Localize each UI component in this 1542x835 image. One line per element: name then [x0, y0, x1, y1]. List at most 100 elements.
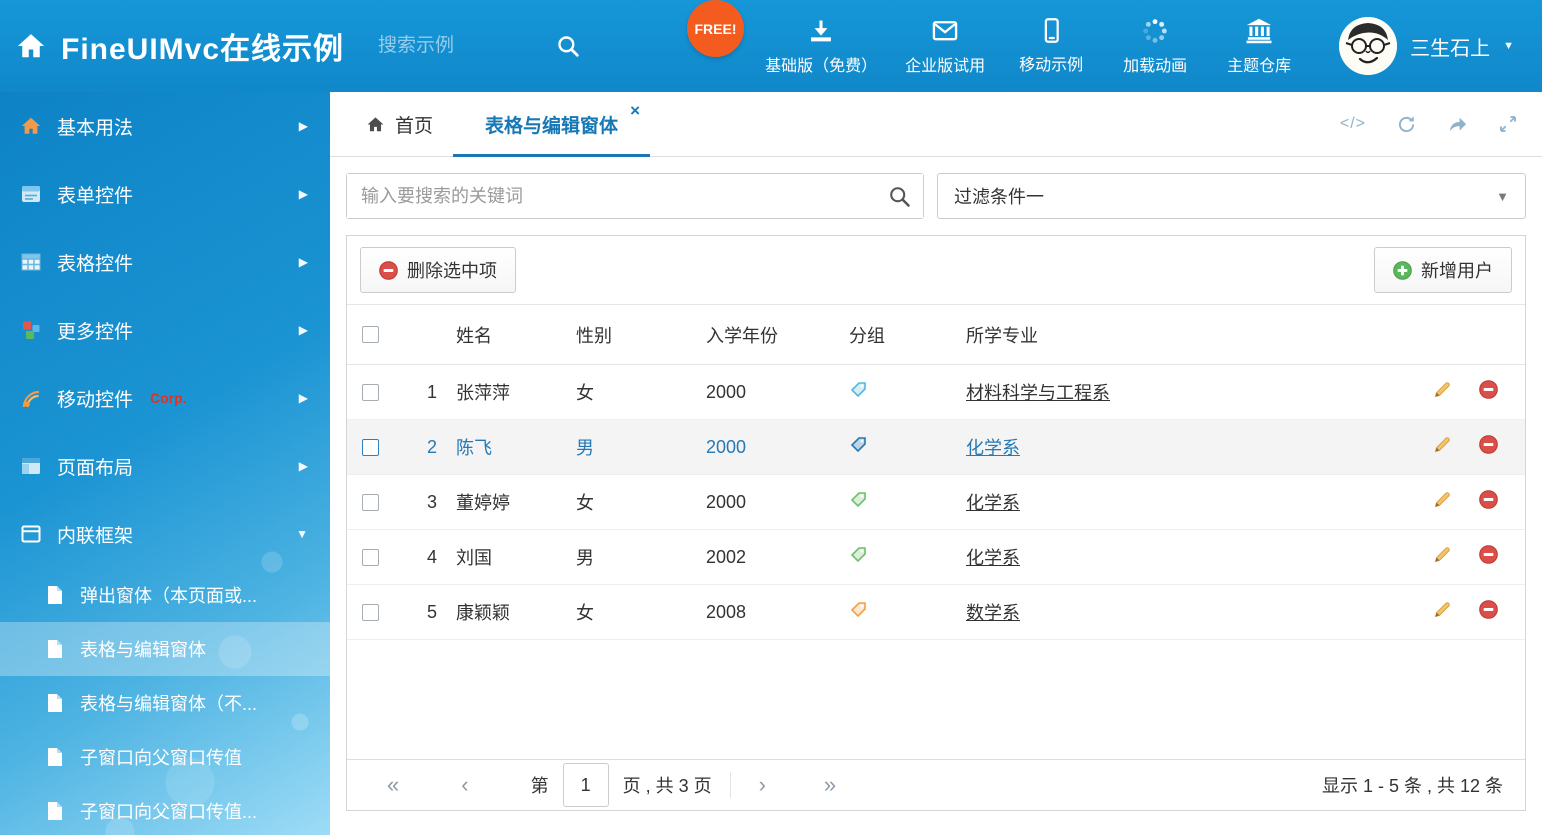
window-actions: </>: [1340, 92, 1542, 156]
sidebar-subitem-child-to-parent-2[interactable]: 子窗口向父窗口传值...: [0, 784, 330, 835]
table-row[interactable]: 2 陈飞 男 2000 化学系: [347, 420, 1525, 475]
table-row[interactable]: 4 刘国 男 2002 化学系: [347, 530, 1525, 585]
major-link[interactable]: 材料科学与工程系: [966, 383, 1110, 403]
sidebar-subitem-grid-edit-window[interactable]: 表格与编辑窗体: [0, 622, 330, 676]
minus-circle-icon: [379, 261, 398, 280]
delete-icon[interactable]: [1479, 380, 1498, 399]
table-header-row: 姓名 性别 入学年份 分组 所学专业: [347, 305, 1525, 365]
app-header: FineUIMvc在线示例 FREE! 基础版（免费） 企业版试用 移动示例: [0, 0, 1542, 92]
filter-dropdown[interactable]: 过滤条件一 ▼: [937, 173, 1526, 219]
edit-icon[interactable]: [1433, 435, 1452, 454]
cell-name: 刘国: [437, 530, 576, 585]
main-content: 首页 表格与编辑窗体 × </>: [330, 92, 1542, 835]
cell-name: 董婷婷: [437, 475, 576, 530]
row-number: 2: [397, 420, 437, 475]
edit-icon[interactable]: [1433, 600, 1452, 619]
major-link[interactable]: 数学系: [966, 603, 1020, 623]
major-link[interactable]: 化学系: [966, 548, 1020, 568]
sidebar-item-inline-frame[interactable]: 内联框架 ▼: [0, 500, 330, 568]
tab-bar: 首页 表格与编辑窗体 × </>: [330, 92, 1542, 157]
nav-item-label: 加载动画: [1123, 52, 1187, 76]
delete-selected-button[interactable]: 删除选中项: [360, 247, 516, 293]
code-icon[interactable]: </>: [1340, 115, 1366, 133]
record-summary: 显示 1 - 5 条 , 共 12 条: [1322, 772, 1503, 798]
cubes-icon: [20, 319, 42, 341]
row-number: 1: [397, 365, 437, 420]
major-link[interactable]: 化学系: [966, 438, 1020, 458]
page-word: 第: [531, 772, 549, 798]
search-icon[interactable]: [556, 34, 580, 58]
row-checkbox[interactable]: [362, 549, 379, 566]
row-checkbox[interactable]: [362, 384, 379, 401]
divider: [730, 772, 731, 798]
column-header-group: 分组: [849, 305, 966, 365]
sidebar-item-form-controls[interactable]: 表单控件 ▶: [0, 160, 330, 228]
sidebar-item-label: 页面布局: [57, 453, 133, 480]
page-icon: [46, 585, 64, 605]
cell-gender: 女: [576, 475, 706, 530]
sidebar-subitem-label: 表格与编辑窗体: [80, 636, 206, 662]
chevron-down-icon: ▼: [296, 527, 308, 541]
last-page-icon[interactable]: »: [824, 774, 836, 796]
table-icon: [20, 251, 42, 273]
sidebar-subitem-grid-edit-window-2[interactable]: 表格与编辑窗体（不...: [0, 676, 330, 730]
close-icon[interactable]: ×: [630, 102, 640, 119]
home-icon: [366, 115, 385, 134]
sidebar-item-more-controls[interactable]: 更多控件 ▶: [0, 296, 330, 364]
nav-item-mobile-demo[interactable]: 移动示例: [999, 17, 1103, 75]
cell-name: 张萍萍: [437, 365, 576, 420]
search-icon[interactable]: [888, 185, 911, 208]
tab-home[interactable]: 首页: [346, 92, 453, 156]
nav-item-loading-animations[interactable]: 加载动画: [1103, 17, 1207, 76]
share-icon[interactable]: [1447, 114, 1468, 135]
nav-item-theme-store[interactable]: 主题仓库: [1207, 17, 1311, 76]
cell-group: [849, 420, 966, 475]
sidebar-item-grid-controls[interactable]: 表格控件 ▶: [0, 228, 330, 296]
row-checkbox[interactable]: [362, 439, 379, 456]
cell-group: [849, 530, 966, 585]
page-number-input[interactable]: [563, 763, 609, 807]
add-user-button[interactable]: 新增用户: [1374, 247, 1512, 293]
sidebar-subitem-popup-window[interactable]: 弹出窗体（本页面或...: [0, 568, 330, 622]
table-row[interactable]: 3 董婷婷 女 2000 化学系: [347, 475, 1525, 530]
delete-icon[interactable]: [1479, 435, 1498, 454]
sidebar-subitem-child-to-parent[interactable]: 子窗口向父窗口传值: [0, 730, 330, 784]
sidebar-item-mobile-controls[interactable]: 移动控件 Corp. ▶: [0, 364, 330, 432]
prev-page-icon[interactable]: ‹: [461, 774, 468, 796]
next-page-icon[interactable]: ›: [759, 774, 766, 796]
table-row[interactable]: 5 康颖颖 女 2008 数学系: [347, 585, 1525, 640]
cell-name: 康颖颖: [437, 585, 576, 640]
row-checkbox[interactable]: [362, 494, 379, 511]
header-search-input[interactable]: [378, 35, 528, 57]
select-all-checkbox[interactable]: [362, 326, 379, 343]
envelope-icon: [931, 17, 959, 45]
filter-dropdown-value: 过滤条件一: [954, 183, 1044, 209]
first-page-icon[interactable]: «: [387, 774, 399, 796]
download-icon: [807, 17, 835, 45]
nav-item-basic-edition[interactable]: 基础版（免费）: [751, 17, 891, 76]
sidebar-subitem-label: 子窗口向父窗口传值...: [80, 798, 257, 824]
user-menu[interactable]: 三生石上 ▼: [1339, 17, 1542, 75]
delete-icon[interactable]: [1479, 490, 1498, 509]
edit-icon[interactable]: [1433, 380, 1452, 399]
bank-icon: [1245, 17, 1273, 45]
table-row[interactable]: 1 张萍萍 女 2000 材料科学与工程系: [347, 365, 1525, 420]
user-name: 三生石上: [1410, 32, 1490, 61]
edit-icon[interactable]: [1433, 490, 1452, 509]
sidebar-item-page-layout[interactable]: 页面布局 ▶: [0, 432, 330, 500]
nav-item-enterprise-trial[interactable]: 企业版试用: [891, 17, 999, 76]
keyword-search-input[interactable]: [347, 174, 923, 218]
cell-year: 2000: [706, 365, 849, 420]
refresh-icon[interactable]: [1396, 114, 1417, 135]
signal-icon: [20, 387, 42, 409]
row-checkbox[interactable]: [362, 604, 379, 621]
sidebar-item-basic-usage[interactable]: 基本用法 ▶: [0, 92, 330, 160]
major-link[interactable]: 化学系: [966, 493, 1020, 513]
tab-grid-edit-window[interactable]: 表格与编辑窗体 ×: [453, 92, 650, 156]
delete-icon[interactable]: [1479, 545, 1498, 564]
expand-icon[interactable]: [1498, 114, 1518, 134]
edit-icon[interactable]: [1433, 545, 1452, 564]
nav-item-label: 基础版（免费）: [765, 52, 877, 76]
app-logo[interactable]: FineUIMvc在线示例: [0, 24, 344, 68]
delete-icon[interactable]: [1479, 600, 1498, 619]
